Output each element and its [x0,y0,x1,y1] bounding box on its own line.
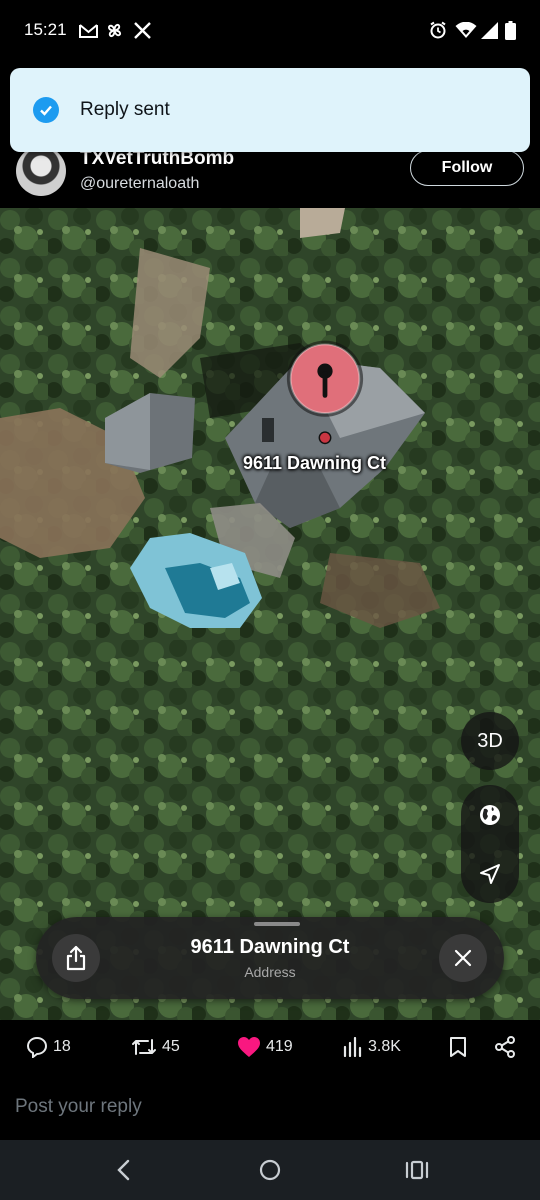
user-handle[interactable]: @oureternaloath [80,175,199,193]
like-button[interactable]: 419 [237,1035,293,1059]
share-icon[interactable] [52,934,100,982]
toast-message: Reply sent [80,99,170,120]
pin-label: 9611 Dawning Ct [243,453,387,473]
satellite-map[interactable]: 9611 Dawning Ct [0,208,540,1020]
views-count: 3.8K [368,1038,401,1055]
wifi-icon [455,20,477,40]
views-button[interactable]: 3.8K [343,1035,401,1059]
views-icon [343,1037,362,1057]
back-icon[interactable] [110,1156,136,1184]
x-logo-icon [132,20,152,40]
reply-icon [26,1036,48,1058]
heart-icon [238,1037,260,1057]
reply-button[interactable]: 18 [26,1035,71,1059]
3d-button[interactable]: 3D [461,712,519,770]
follow-button[interactable]: Follow [410,150,524,186]
location-pin[interactable] [285,338,365,448]
address-title: 9611 Dawning Ct [190,936,350,958]
gmail-icon [78,20,98,40]
pinwheel-icon [104,20,124,40]
alarm-icon [428,20,448,40]
battery-icon [504,20,516,40]
map-control-group [461,785,519,903]
home-icon[interactable] [257,1156,283,1184]
recents-icon[interactable] [404,1156,430,1184]
bookmark-icon[interactable] [448,1035,468,1059]
repost-icon [132,1039,156,1055]
address-subtitle: Address [244,964,296,980]
globe-icon[interactable] [461,785,519,844]
location-arrow-icon[interactable] [461,844,519,903]
signal-icon [480,20,498,40]
card-grab-handle[interactable] [254,922,300,926]
close-icon[interactable] [439,934,487,982]
check-circle-icon [33,97,59,123]
share-post-icon[interactable] [494,1035,516,1059]
reply-count: 18 [53,1038,71,1055]
avatar[interactable] [16,146,66,196]
like-count: 419 [266,1038,293,1055]
repost-button[interactable]: 45 [131,1035,180,1059]
satellite-imagery [0,208,540,1020]
reply-input[interactable]: Post your reply [15,1096,142,1118]
status-time: 15:21 [24,20,67,39]
repost-count: 45 [162,1038,180,1055]
